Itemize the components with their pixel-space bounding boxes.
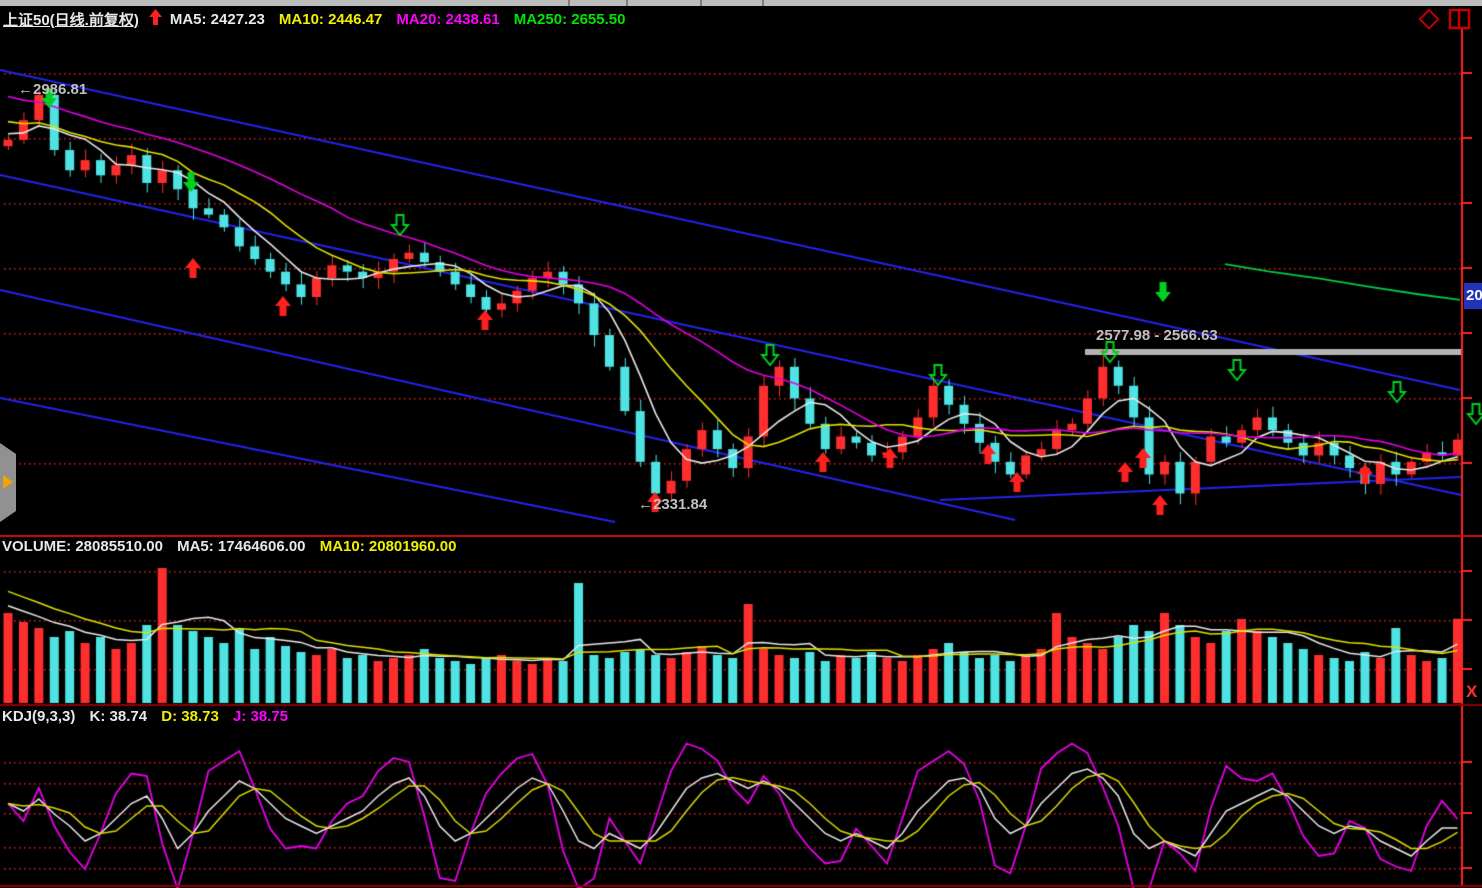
side-drawer-handle[interactable] [0,443,16,522]
low-price-label: ←2331.84 [638,496,707,513]
expand-right-icon [3,475,13,489]
chart-header: 上证50(日线.前复权) MA5: 2427.23 MA10: 2446.47 … [3,9,639,29]
ma20-value: MA20: 2438.61 [396,11,499,28]
kdj-j-value: J: 38.75 [233,708,288,725]
high-price-label: ←2986.81 [18,81,87,98]
candlestick-chart-canvas[interactable] [0,0,1482,888]
volume-ma10-value: MA10: 20801960.00 [320,538,457,555]
instrument-title: 上证50(日线.前复权) [3,9,139,30]
kdj-k-value: K: 38.74 [90,708,148,725]
ma5-value: MA5: 2427.23 [170,11,265,28]
close-x-mark[interactable]: X [1466,682,1477,702]
price-axis-label: 20 [1464,283,1482,309]
range-annotation-label: 2577.98 - 2566.63 [1096,327,1218,344]
stock-app-screen: 上证50(日线.前复权) MA5: 2427.23 MA10: 2446.47 … [0,0,1482,888]
ma250-value: MA250: 2655.50 [514,11,626,28]
volume-value: VOLUME: 28085510.00 [2,538,163,555]
kdj-d-value: D: 38.73 [161,708,219,725]
ma10-value: MA10: 2446.47 [279,11,382,28]
kdj-title: KDJ(9,3,3) [2,708,75,725]
window-controls [1418,8,1472,35]
volume-ma5-value: MA5: 17464606.00 [177,538,305,555]
red-up-arrow-icon [149,9,162,29]
volume-panel-header: VOLUME: 28085510.00 MA5: 17464606.00 MA1… [2,538,466,555]
split-window-icon[interactable] [1448,8,1472,35]
kdj-panel-header: KDJ(9,3,3) K: 38.74 D: 38.73 J: 38.75 [2,708,298,725]
diamond-icon[interactable] [1418,8,1440,35]
